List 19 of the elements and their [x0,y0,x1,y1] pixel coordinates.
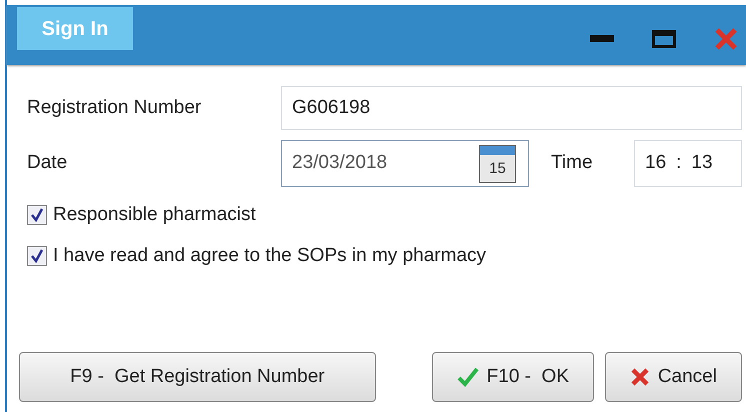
checkbox-label: I have read and agree to the SOPs in my pharmacy [53,244,486,268]
date-field[interactable]: 23/03/2018 15 [281,140,529,187]
cancel-button[interactable]: Cancel [604,352,742,402]
checkmark-icon [456,367,479,387]
field-label: Date [27,151,68,176]
maximize-icon[interactable] [652,30,676,48]
registration-number-field[interactable]: G606198 [281,86,742,130]
checkbox[interactable] [27,205,47,226]
ok-button[interactable]: F10 - OK [432,352,594,402]
time-field[interactable]: 16 : 13 [634,140,742,187]
field-label: Time [551,151,594,176]
checkbox[interactable] [27,246,47,266]
checkbox-label: Responsible pharmacist [53,203,256,227]
window-title: Sign In [17,7,133,50]
cross-icon [630,367,650,387]
get-registration-button[interactable]: F9 - Get Registration Number [19,352,376,402]
field-label: Registration Number [27,96,202,120]
calendar-icon[interactable]: 15 [479,144,516,182]
minimize-icon[interactable] [590,35,614,43]
